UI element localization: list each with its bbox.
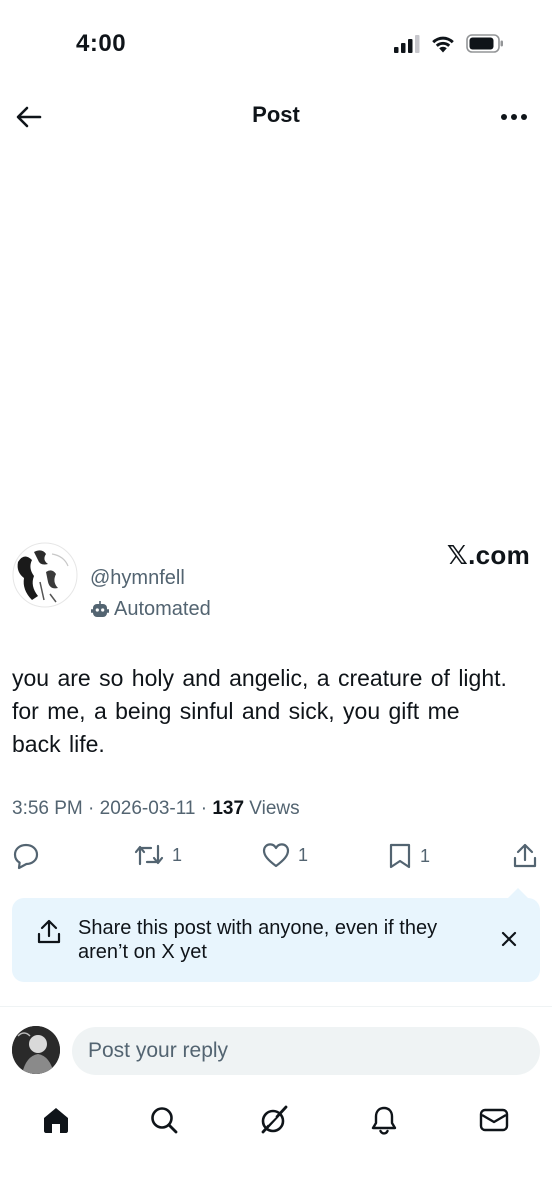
avatar-image bbox=[12, 1026, 60, 1074]
reply-button[interactable] bbox=[12, 842, 40, 870]
reply-icon bbox=[13, 843, 39, 870]
meta-separator: · bbox=[195, 798, 213, 819]
battery-icon bbox=[466, 34, 503, 53]
divider bbox=[0, 1006, 552, 1007]
tab-home[interactable] bbox=[34, 1098, 78, 1142]
wifi-icon bbox=[432, 36, 454, 53]
meta-separator: · bbox=[82, 798, 100, 819]
like-button[interactable]: 1 bbox=[262, 842, 308, 868]
automated-text: Automated bbox=[114, 598, 211, 620]
automated-label[interactable]: Automated bbox=[90, 598, 211, 621]
bell-icon bbox=[371, 1106, 397, 1135]
views-count[interactable]: 137 bbox=[212, 798, 244, 819]
tab-search[interactable] bbox=[142, 1098, 186, 1142]
reply-input[interactable] bbox=[72, 1027, 540, 1075]
share-tip-banner[interactable]: Share this post with anyone, even if the… bbox=[12, 888, 540, 982]
home-icon bbox=[44, 1108, 68, 1133]
grok-icon bbox=[261, 1105, 288, 1134]
bookmark-icon bbox=[389, 843, 411, 869]
close-icon bbox=[501, 931, 517, 947]
tab-grok[interactable] bbox=[252, 1098, 296, 1142]
more-dots-icon bbox=[501, 114, 527, 120]
tab-notifications[interactable] bbox=[362, 1098, 406, 1142]
tab-messages[interactable] bbox=[472, 1098, 516, 1142]
top-app-bar: Post bbox=[0, 90, 552, 144]
status-time: 4:00 bbox=[76, 30, 127, 57]
bookmark-button[interactable]: 1 bbox=[388, 842, 430, 870]
status-bar: 4:00 bbox=[0, 0, 552, 90]
share-tip-text: Share this post with anyone, even if the… bbox=[78, 917, 438, 963]
repost-count: 1 bbox=[172, 844, 183, 865]
banner-caret bbox=[508, 888, 528, 898]
post-actions: 1 1 1 bbox=[0, 842, 552, 876]
post-meta: 3:56 PM · 2026-03-11 · 137 Views bbox=[12, 798, 300, 820]
share-button[interactable] bbox=[512, 842, 538, 870]
more-options-button[interactable] bbox=[498, 102, 530, 132]
envelope-icon bbox=[479, 1108, 509, 1132]
bottom-tab-bar bbox=[0, 1092, 552, 1148]
post-time[interactable]: 3:56 PM bbox=[12, 798, 83, 819]
author-handle[interactable]: @hymnfell bbox=[90, 567, 185, 590]
close-banner-button[interactable] bbox=[498, 928, 520, 950]
share-icon bbox=[513, 843, 537, 868]
repost-button[interactable]: 1 bbox=[134, 842, 182, 868]
page-title: Post bbox=[252, 102, 300, 127]
repost-icon bbox=[134, 844, 164, 866]
bookmark-count: 1 bbox=[420, 845, 431, 866]
cellular-signal-icon bbox=[394, 34, 420, 53]
status-icons bbox=[394, 34, 504, 53]
heart-icon bbox=[262, 843, 290, 868]
views-label[interactable]: Views bbox=[244, 798, 299, 819]
author-avatar[interactable] bbox=[12, 542, 78, 608]
like-count: 1 bbox=[298, 844, 309, 865]
bot-icon bbox=[91, 600, 109, 617]
post-text: you are so holy and angelic, a creature … bbox=[12, 665, 507, 757]
avatar-image bbox=[12, 542, 78, 608]
x-com-watermark: 𝕏.com bbox=[446, 540, 530, 570]
post-date[interactable]: 2026-03-11 bbox=[100, 798, 196, 819]
share-icon bbox=[37, 919, 61, 944]
search-icon bbox=[151, 1107, 178, 1134]
my-avatar[interactable] bbox=[12, 1026, 60, 1074]
